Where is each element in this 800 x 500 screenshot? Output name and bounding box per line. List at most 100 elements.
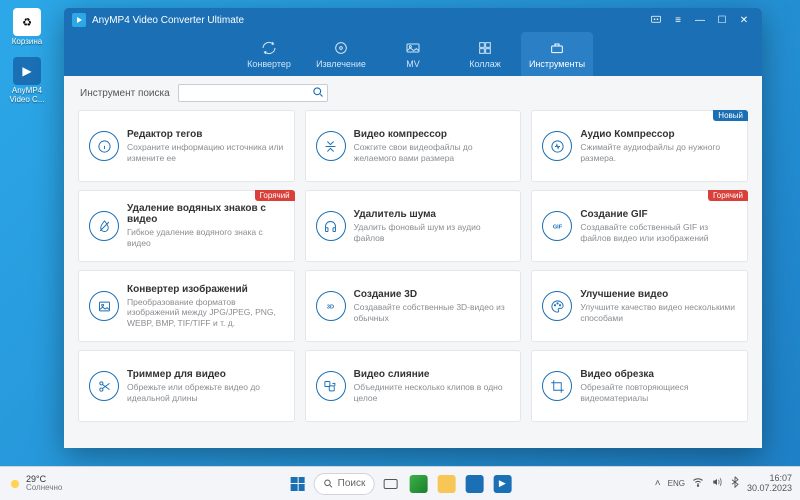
anymp4-icon: ▶ (493, 475, 511, 493)
tool-desc: Сожгите свои видеофайлы до желаемого вам… (354, 142, 511, 163)
desktop-icon-anymp4[interactable]: ▶ AnyMP4 Video C... (6, 57, 48, 105)
windows-logo-icon (291, 477, 305, 491)
compress-icon (316, 131, 346, 161)
tool-card-info[interactable]: Редактор тегов Сохраните информацию исто… (78, 110, 295, 182)
menu-button[interactable]: ≡ (668, 12, 688, 28)
desktop-icon-recycle-bin[interactable]: ♻ Корзина (6, 8, 48, 47)
tool-card-scissors[interactable]: Триммер для видео Обрежьте или обрежьте … (78, 350, 295, 422)
search-icon[interactable] (312, 86, 324, 98)
badge-new: Новый (713, 110, 748, 121)
svg-text:GIF: GIF (553, 224, 563, 230)
store-icon (465, 475, 483, 493)
app-window: AnyMP4 Video Converter Ultimate ≡ — ☐ ✕ … (64, 8, 762, 448)
tool-desc: Сохраните информацию источника или измен… (127, 142, 284, 163)
tool-desc: Создавайте собственные 3D-видео из обычн… (354, 302, 511, 323)
converter-icon (260, 39, 278, 57)
search-label: Инструмент поиска (80, 88, 170, 99)
tool-title: Удаление водяных знаков с видео (127, 203, 284, 225)
tab-label: Конвертер (247, 59, 291, 69)
tool-card-drop[interactable]: Горячий Удаление водяных знаков с видео … (78, 190, 295, 262)
taskbar-search[interactable]: Поиск (314, 473, 375, 495)
tool-card-palette[interactable]: Улучшение видео Улучшите качество видео … (531, 270, 748, 342)
tray-chevron-up-icon[interactable]: ˄ (655, 478, 661, 489)
taskbar: 29°C Солнечно Поиск ▶ ˄ ENG 16:07 3 (0, 466, 800, 500)
tab-label: Извлечение (316, 59, 366, 69)
tool-title: Создание 3D (354, 289, 511, 300)
tool-desc: Преобразование форматов изображений межд… (127, 297, 284, 329)
tool-title: Конвертер изображений (127, 284, 284, 295)
audio-compress-icon (542, 131, 572, 161)
tray-bluetooth-icon[interactable] (730, 476, 740, 491)
tab-label: Инструменты (529, 59, 585, 69)
tool-card-audio-compress[interactable]: Новый Аудио Компрессор Сжимайте аудиофай… (531, 110, 748, 182)
tool-title: Триммер для видео (127, 369, 284, 380)
tool-card-gif[interactable]: Горячий GIF Создание GIF Создавайте собс… (531, 190, 748, 262)
tab-toolbox[interactable]: Инструменты (521, 32, 593, 76)
info-icon (89, 131, 119, 161)
palette-icon (542, 291, 572, 321)
badge-hot: Горячий (255, 190, 295, 201)
tool-grid: Редактор тегов Сохраните информацию исто… (64, 106, 762, 448)
tool-title: Видео компрессор (354, 129, 511, 140)
crop-icon (542, 371, 572, 401)
scissors-icon (89, 371, 119, 401)
main-tabs: Конвертер Извлечение MV Коллаж Инструмен… (64, 32, 762, 76)
tab-mv[interactable]: MV (377, 32, 449, 76)
tool-desc: Сжимайте аудиофайлы до нужного размера. (580, 142, 737, 163)
badge-hot: Горячий (708, 190, 748, 201)
tool-title: Удалитель шума (354, 209, 511, 220)
toolbox-icon (548, 39, 566, 57)
task-view-icon (383, 479, 397, 489)
tool-title: Видео слияние (354, 369, 511, 380)
tool-card-merge[interactable]: Видео слияние Объедините несколько клипо… (305, 350, 522, 422)
tray-network-icon[interactable] (692, 476, 704, 491)
folder-icon (437, 475, 455, 493)
tray-language[interactable]: ENG (668, 479, 685, 488)
task-view-button[interactable] (378, 472, 402, 496)
image-icon (89, 291, 119, 321)
taskbar-app-anymp4[interactable]: ▶ (490, 472, 514, 496)
search-input[interactable] (178, 84, 328, 102)
start-button[interactable] (286, 472, 310, 496)
close-button[interactable]: ✕ (734, 12, 754, 28)
tool-card-headphones[interactable]: Удалитель шума Удалить фоновый шум из ау… (305, 190, 522, 262)
feedback-button[interactable] (646, 12, 666, 28)
tool-card-crop[interactable]: Видео обрезка Обрезайте повторяющиеся ви… (531, 350, 748, 422)
widgets-icon (409, 475, 427, 493)
sun-icon (8, 477, 22, 491)
3d-icon: 3D (316, 291, 346, 321)
taskbar-search-placeholder: Поиск (338, 478, 366, 489)
tool-title: Аудио Компрессор (580, 129, 737, 140)
tool-title: Видео обрезка (580, 369, 737, 380)
tray-clock[interactable]: 16:07 30.07.2023 (747, 474, 792, 494)
minimize-button[interactable]: — (690, 12, 710, 28)
app-logo-icon (72, 13, 86, 27)
tool-desc: Обрежьте или обрежьте видео до идеальной… (127, 382, 284, 403)
tool-desc: Улучшите качество видео несколькими спос… (580, 302, 737, 323)
headphones-icon (316, 211, 346, 241)
tool-desc: Гибкое удаление водяного знака с видео (127, 227, 284, 248)
tab-label: MV (406, 59, 420, 69)
tray-volume-icon[interactable] (711, 476, 723, 491)
tool-desc: Объедините несколько клипов в одно целое (354, 382, 511, 403)
merge-icon (316, 371, 346, 401)
maximize-button[interactable]: ☐ (712, 12, 732, 28)
tool-card-compress[interactable]: Видео компрессор Сожгите свои видеофайлы… (305, 110, 522, 182)
tab-converter[interactable]: Конвертер (233, 32, 305, 76)
tool-title: Улучшение видео (580, 289, 737, 300)
taskbar-app-store[interactable] (462, 472, 486, 496)
tab-collage[interactable]: Коллаж (449, 32, 521, 76)
tool-card-image[interactable]: Конвертер изображений Преобразование фор… (78, 270, 295, 342)
tab-ripper[interactable]: Извлечение (305, 32, 377, 76)
tool-title: Создание GIF (580, 209, 737, 220)
collage-icon (476, 39, 494, 57)
taskbar-weather[interactable]: 29°C Солнечно (8, 475, 62, 492)
tab-label: Коллаж (469, 59, 501, 69)
tool-card-3d[interactable]: 3D Создание 3D Создавайте собственные 3D… (305, 270, 522, 342)
ripper-icon (332, 39, 350, 57)
taskbar-app-widgets[interactable] (406, 472, 430, 496)
mv-icon (404, 39, 422, 57)
weather-cond: Солнечно (26, 484, 62, 492)
taskbar-app-explorer[interactable] (434, 472, 458, 496)
tray-date: 30.07.2023 (747, 484, 792, 494)
